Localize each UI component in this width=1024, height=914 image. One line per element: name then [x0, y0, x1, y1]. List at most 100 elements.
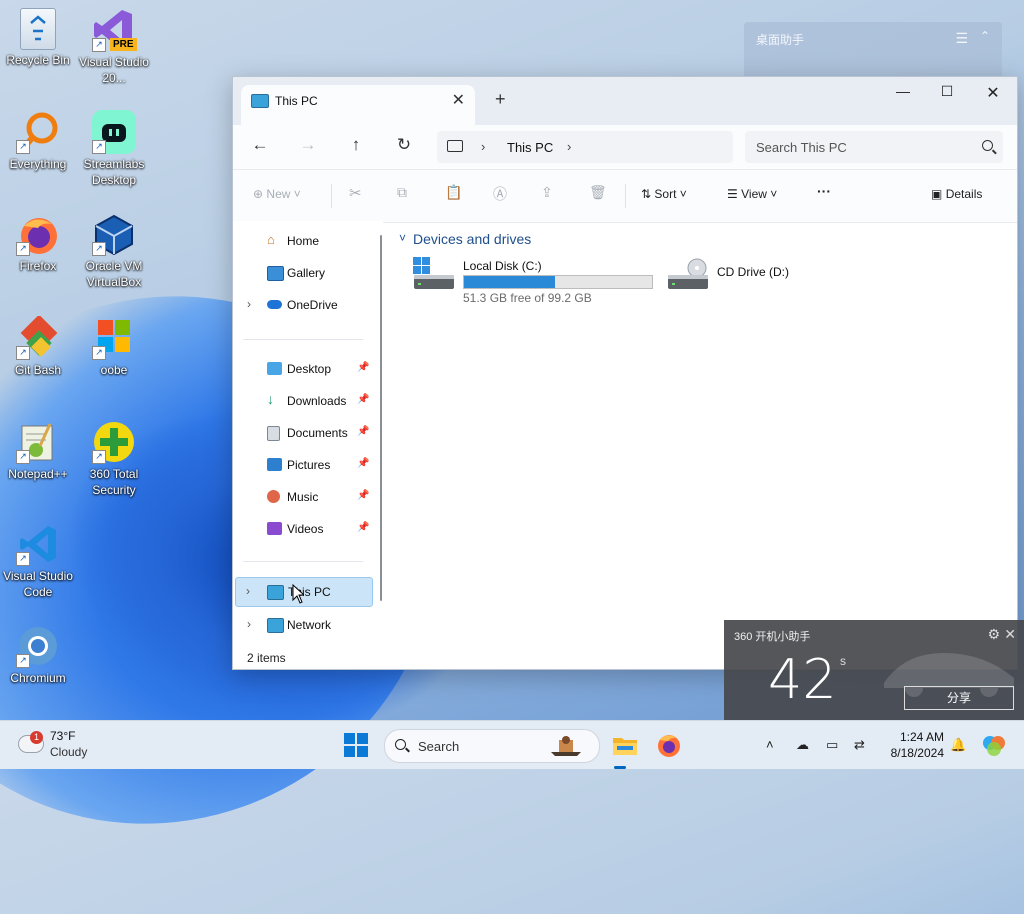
- plus-circle-icon: ⊕: [253, 187, 264, 201]
- more-options-button[interactable]: ···: [817, 183, 831, 199]
- desktop-icon-label: Visual Studio Code: [3, 569, 73, 599]
- chevron-down-icon[interactable]: ˅: [399, 231, 406, 245]
- nav-item-videos[interactable]: Videos 📌: [243, 515, 371, 543]
- start-button[interactable]: [342, 731, 370, 759]
- gear-icon[interactable]: ⚙: [987, 626, 1000, 643]
- close-icon[interactable]: ✕: [1004, 626, 1016, 643]
- desktop-icon-recycle-bin[interactable]: Recycle Bin: [0, 8, 76, 68]
- menu-icon[interactable]: ☰: [955, 30, 968, 47]
- minimize-button[interactable]: —: [883, 83, 923, 99]
- maximize-button[interactable]: ☐: [927, 83, 967, 100]
- search-highlight-icon: [551, 736, 581, 756]
- paste-icon[interactable]: 📋: [445, 184, 462, 201]
- drive-name: CD Drive (D:): [717, 265, 789, 279]
- sort-label: Sort: [654, 187, 677, 201]
- file-list[interactable]: ˅ Devices and drives Local Disk (C:) 51.…: [389, 221, 1017, 647]
- chevron-up-icon[interactable]: ⌃: [980, 29, 990, 43]
- desktop-icon-notepad-plus-plus[interactable]: ↗ Notepad++: [0, 420, 76, 482]
- drive-item-d[interactable]: CD Drive (D:): [667, 257, 837, 301]
- 360-boot-assistant-popup[interactable]: 360 开机小助手 ⚙ ✕ 42 s 分享: [724, 620, 1024, 720]
- nav-item-gallery[interactable]: Gallery: [243, 259, 371, 287]
- display-icon[interactable]: ▭: [826, 737, 838, 753]
- cut-icon[interactable]: ✂: [349, 184, 362, 202]
- up-button[interactable]: ↑: [341, 135, 371, 155]
- view-button[interactable]: ☰ View ˅: [727, 187, 777, 201]
- title-bar[interactable]: This PC ✕ + — ☐ ✕: [233, 77, 1017, 125]
- share-icon[interactable]: ⇪: [541, 184, 553, 201]
- pre-badge: PRE: [110, 38, 137, 51]
- notepad-plus-plus-icon: ↗: [16, 420, 60, 464]
- nav-item-pictures[interactable]: Pictures 📌: [243, 451, 371, 479]
- close-tab-icon[interactable]: ✕: [452, 90, 465, 110]
- file-explorer-window[interactable]: This PC ✕ + — ☐ ✕ ← → ↑ ↻ › This PC › Se…: [232, 76, 1018, 670]
- desktop-icon-label: Recycle Bin: [6, 53, 70, 67]
- windows-logo-icon: ↗: [92, 316, 136, 360]
- sort-button[interactable]: ⇅ Sort ˅: [641, 187, 687, 201]
- desktop-icon-360-total-security[interactable]: ↗ 360 Total Security: [76, 420, 152, 498]
- tab-this-pc[interactable]: This PC ✕: [241, 85, 475, 125]
- file-explorer-taskbar-icon[interactable]: [611, 731, 639, 759]
- desktop-icon-label: Chromium: [10, 671, 66, 685]
- cloud-sync-off-icon[interactable]: ☁: [796, 737, 809, 753]
- close-window-button[interactable]: ✕: [973, 83, 1013, 103]
- new-label: New: [266, 187, 291, 201]
- nav-item-this-pc[interactable]: › This PC: [235, 577, 373, 607]
- nav-label: Videos: [287, 522, 324, 536]
- videos-icon: [267, 522, 282, 535]
- shortcut-arrow-icon: ↗: [92, 242, 106, 256]
- chevron-right-icon[interactable]: ›: [246, 584, 250, 598]
- breadcrumb-this-pc[interactable]: This PC: [507, 140, 553, 155]
- delete-icon[interactable]: 🗑: [589, 184, 607, 201]
- forward-button[interactable]: →: [293, 135, 323, 155]
- desktop-icon-chromium[interactable]: ↗ Chromium: [0, 624, 76, 686]
- notification-bell-icon[interactable]: 🔔: [950, 737, 966, 753]
- nav-item-onedrive[interactable]: › OneDrive: [243, 291, 371, 319]
- system-clock[interactable]: 1:24 AM 8/18/2024: [884, 729, 944, 761]
- desktop-icon-streamlabs[interactable]: ↗ Streamlabs Desktop: [76, 110, 152, 188]
- taskbar: 1 73°F Cloudy Search ˄ ☁ ▭ ⇄ 1:24 AM 8/1…: [0, 720, 1024, 769]
- nav-item-documents[interactable]: Documents 📌: [243, 419, 371, 447]
- search-box[interactable]: Search This PC: [745, 131, 1003, 163]
- nav-scrollbar[interactable]: [380, 235, 382, 601]
- taskbar-search[interactable]: Search: [384, 729, 600, 763]
- desktop-icon-oobe[interactable]: ↗ oobe: [76, 316, 152, 378]
- chevron-right-icon[interactable]: ›: [567, 139, 571, 154]
- refresh-button[interactable]: ↻: [389, 135, 419, 155]
- network-status-icon[interactable]: ⇄: [854, 737, 865, 753]
- desktop-assistant-widget[interactable]: 桌面助手 ☰ ⌃: [744, 22, 1002, 80]
- firefox-taskbar-icon[interactable]: [655, 731, 683, 759]
- copilot-icon[interactable]: [980, 731, 1008, 759]
- nav-divider: [243, 561, 363, 562]
- desktop-icon-git-bash[interactable]: ↗ Git Bash: [0, 314, 76, 378]
- drive-item-c[interactable]: Local Disk (C:) 51.3 GB free of 99.2 GB: [413, 257, 663, 305]
- desktop-icon-visual-studio[interactable]: ↗ PRE Visual Studio 20...: [76, 8, 152, 86]
- group-header-devices[interactable]: Devices and drives: [413, 231, 531, 247]
- nav-item-desktop[interactable]: Desktop 📌: [243, 355, 371, 383]
- weather-widget[interactable]: 1 73°F Cloudy: [18, 727, 98, 763]
- nav-item-network[interactable]: › Network: [243, 611, 371, 639]
- back-button[interactable]: ←: [245, 135, 275, 155]
- details-button[interactable]: ▣ Details: [931, 187, 982, 201]
- nav-item-music[interactable]: Music 📌: [243, 483, 371, 511]
- rename-icon[interactable]: Ⓐ: [493, 184, 507, 204]
- desktop-icon-firefox[interactable]: ↗ Firefox: [0, 212, 76, 274]
- desktop-icon-vscode[interactable]: ↗ Visual Studio Code: [0, 522, 76, 600]
- chevron-right-icon[interactable]: ›: [247, 297, 251, 311]
- view-icon: ☰: [727, 187, 738, 201]
- nav-item-home[interactable]: ⌂ Home: [243, 227, 371, 255]
- new-tab-button[interactable]: +: [495, 89, 506, 110]
- nav-label: Pictures: [287, 458, 331, 472]
- copy-icon[interactable]: ⧉: [397, 184, 407, 201]
- chevron-right-icon[interactable]: ›: [481, 139, 485, 154]
- desktop-icon-everything[interactable]: ↗ Everything: [0, 110, 76, 172]
- navigation-pane[interactable]: ⌂ Home Gallery › OneDrive Desktop 📌 ↓ Do…: [233, 221, 383, 647]
- new-button[interactable]: ⊕ New ˅: [253, 187, 301, 201]
- address-bar[interactable]: › This PC ›: [437, 131, 733, 163]
- chromium-icon: ↗: [16, 624, 60, 668]
- nav-item-downloads[interactable]: ↓ Downloads 📌: [243, 387, 371, 415]
- show-hidden-icons-chevron-icon[interactable]: ˄: [766, 737, 774, 752]
- desktop-icon-virtualbox[interactable]: ↗ Oracle VM VirtualBox: [76, 212, 152, 290]
- search-placeholder: Search This PC: [756, 140, 847, 155]
- chevron-right-icon[interactable]: ›: [247, 617, 251, 631]
- share-button[interactable]: 分享: [904, 686, 1014, 710]
